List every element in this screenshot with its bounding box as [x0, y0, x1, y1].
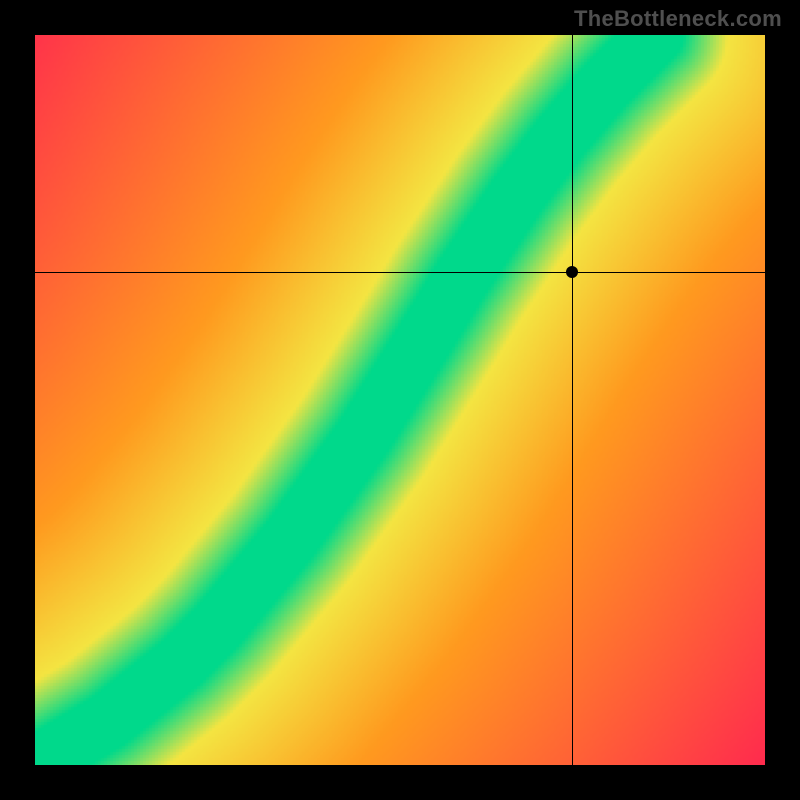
crosshair-vertical	[572, 35, 573, 765]
bottleneck-heatmap	[35, 35, 765, 765]
chart-frame: TheBottleneck.com	[0, 0, 800, 800]
selected-point-marker	[566, 266, 578, 278]
crosshair-horizontal	[35, 272, 765, 273]
watermark-text: TheBottleneck.com	[574, 6, 782, 32]
